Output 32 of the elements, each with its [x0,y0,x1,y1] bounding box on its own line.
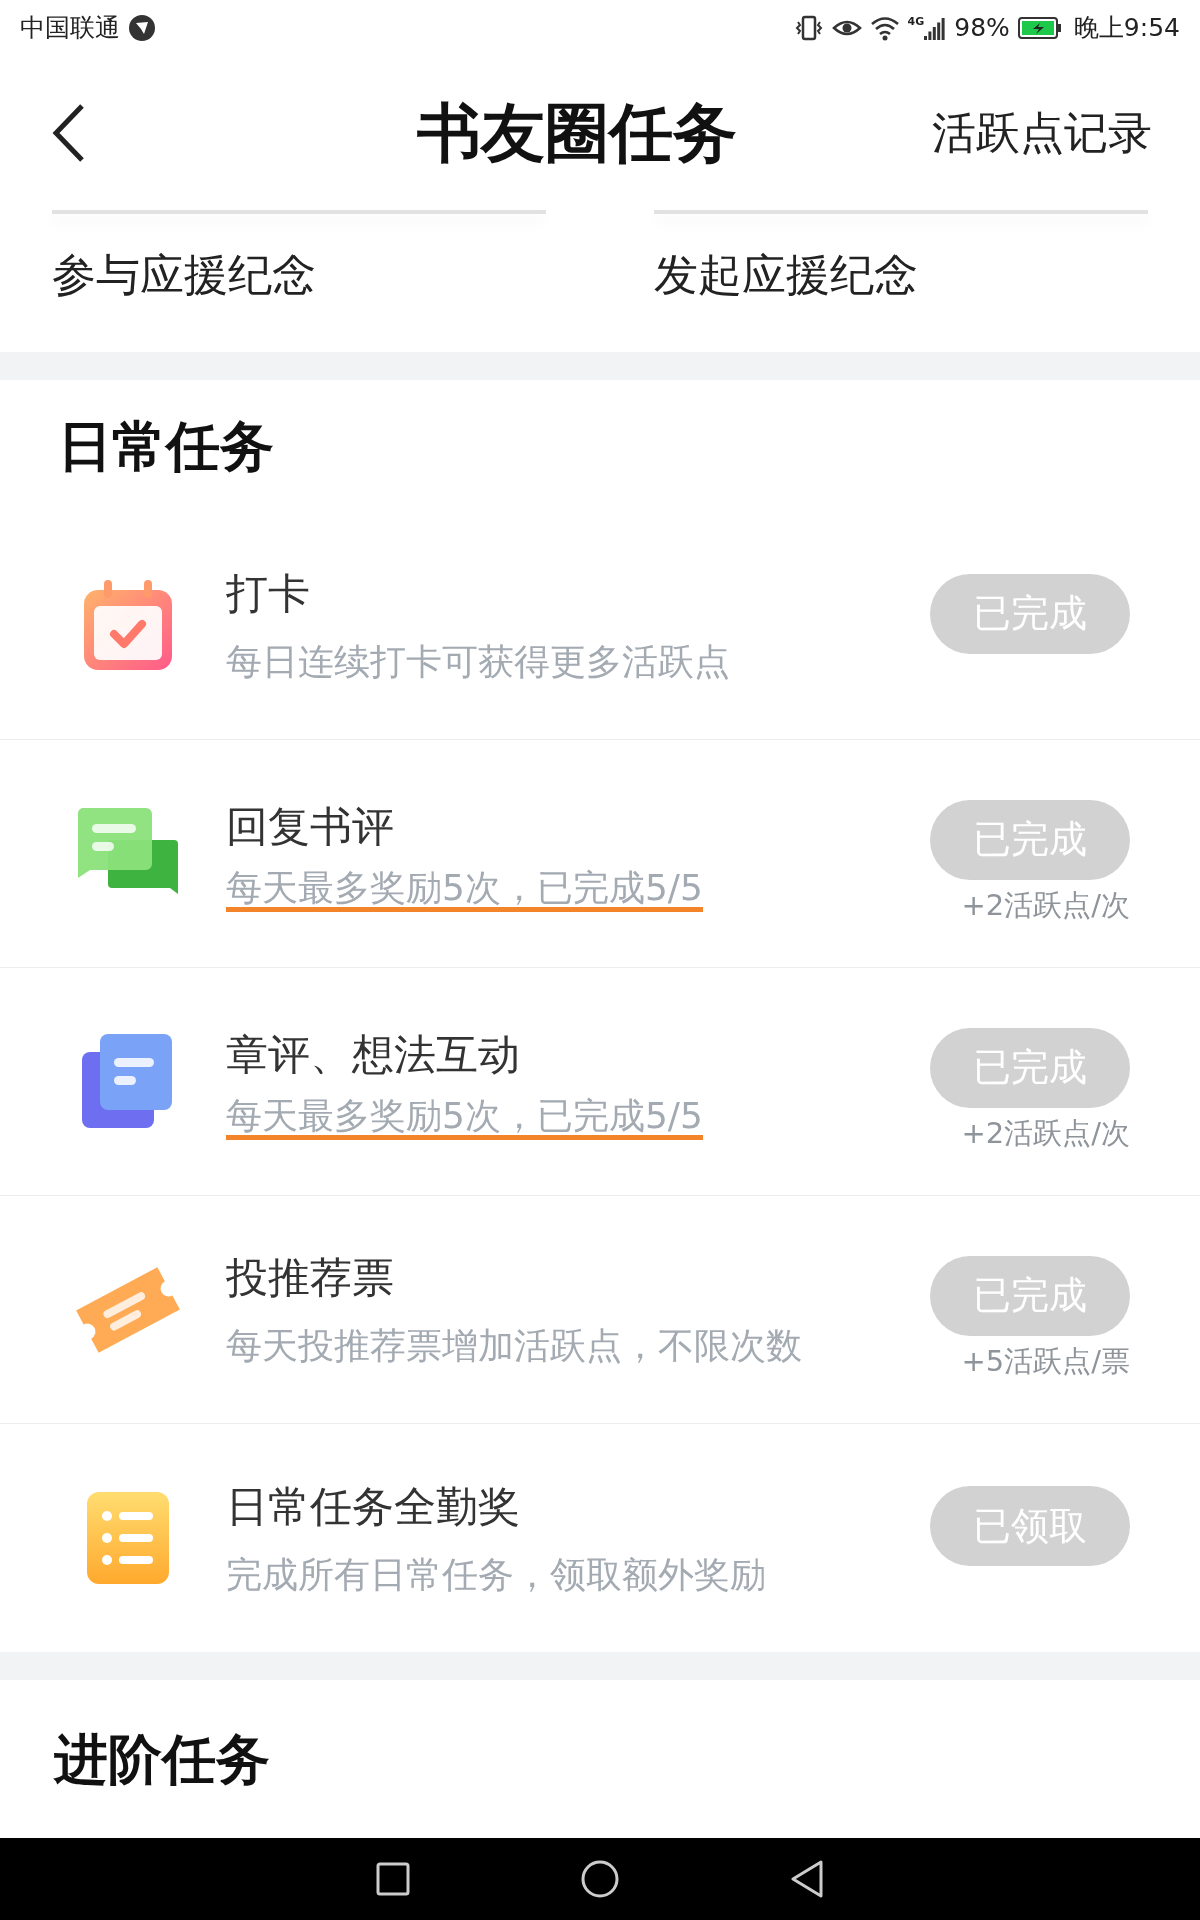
task-title: 打卡 [226,568,311,620]
task-description: 每日连续打卡可获得更多活跃点 [226,640,730,684]
task-title: 章评、想法互动 [226,1028,521,1081]
entry-link[interactable]: 参与应援纪念 [52,242,546,308]
task-title: 回复书评 [226,800,395,853]
back-nav-icon[interactable] [790,1860,824,1898]
signal-icon [924,16,947,40]
clock: 晚上9:54 [1073,12,1180,45]
battery-percent: 98% [954,12,1010,45]
vibrate-icon [793,14,824,42]
activity-log-link[interactable]: 活跃点记录 [932,100,1152,166]
task-title: 日常任务全勤奖 [226,1480,521,1533]
reward-text: +2活跃点/次 [961,886,1130,924]
wifi-icon [869,15,900,41]
network-type: 4G [907,16,925,27]
carrier-name: 中国联通 [20,12,120,45]
app-badge-icon [128,14,156,42]
recent-apps-icon[interactable] [376,1862,410,1896]
page-title: 书友圈任务 [417,94,737,172]
task-description: 每天最多奖励5次，已完成5/5 [226,867,703,913]
entry-link[interactable]: 发起应援纪念 [654,242,1148,308]
reward-text: +2活跃点/次 [961,1114,1130,1152]
home-icon[interactable] [580,1859,620,1899]
list-icon [85,1490,171,1586]
battery-icon [1017,16,1062,40]
task-title: 投推荐票 [226,1252,395,1304]
task-description: 每天最多奖励5次，已完成5/5 [226,1095,703,1141]
section-title: 日常任务 [58,412,274,480]
reward-text: +5活跃点/票 [961,1342,1130,1380]
section-title: 进阶任务 [54,1725,270,1793]
task-description: 完成所有日常任务，领取额外奖励 [226,1552,766,1597]
task-description: 每天投推荐票增加活跃点，不限次数 [226,1324,802,1368]
